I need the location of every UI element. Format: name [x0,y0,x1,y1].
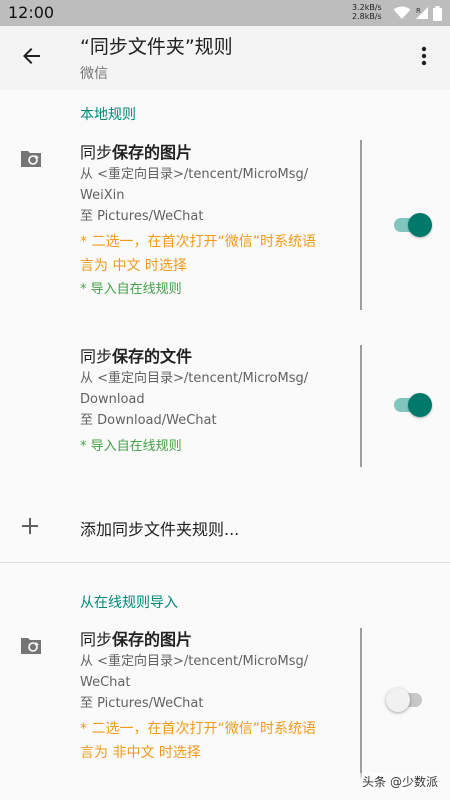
network-down-speed: 2.8kB/s [352,12,382,21]
add-rule-button[interactable]: 添加同步文件夹规则... [0,502,450,550]
more-options-button[interactable] [412,42,436,70]
page-subtitle: 微信 [80,66,108,82]
switch-thumb [408,393,432,417]
network-speed: 3.2kB/s 2.8kB/s [352,3,382,21]
rule-text: 同步保存的图片 从 <重定向目录>/tencent/MicroMsg/ WeCh… [80,629,350,765]
rule-target: 至 Pictures/WeChat [80,209,204,224]
switch-thumb [408,213,432,237]
network-up-speed: 3.2kB/s [352,3,382,12]
rule-toggle[interactable] [394,393,432,417]
divider-vertical [360,140,362,310]
folder-sync-icon [21,151,41,167]
watermark: 头条 @少数派 [360,773,440,790]
rule-source: 从 <重定向目录>/tencent/MicroMsg/ [80,654,309,669]
rule-note-alternative: * 二选一，在首次打开“微信”时系统语 [80,234,316,250]
rule-note-alternative-cont: 言为 非中文 时选择 [80,745,201,761]
svg-text:R: R [416,7,421,15]
add-rule-label: 添加同步文件夹规则... [80,520,240,539]
rule-text: 同步保存的图片 从 <重定向目录>/tencent/MicroMsg/ WeiX… [80,142,350,302]
rules-list: 本地规则 同步保存的图片 从 <重定向目录>/tencent/MicroMsg/… [0,90,450,800]
rule-source: 从 <重定向目录>/tencent/MicroMsg/ [80,371,309,386]
battery-icon [433,5,442,21]
rule-note-alternative-cont: 言为 中文 时选择 [80,258,187,274]
rule-title: 同步保存的图片 [80,630,193,649]
rule-toggle[interactable] [394,213,432,237]
rule-source: 从 <重定向目录>/tencent/MicroMsg/ [80,167,309,182]
folder-sync-icon [21,638,41,654]
add-icon [22,518,38,534]
rule-note-imported: * 导入自在线规则 [80,439,182,454]
rule-toggle[interactable] [386,688,426,712]
rule-source-cont: WeiXin [80,188,125,203]
section-header-online: 从在线规则导入 [80,595,178,611]
rule-target: 至 Download/WeChat [80,413,217,428]
status-bar: 12:00 3.2kB/s 2.8kB/s R [0,0,450,26]
signal-icon: R [416,7,428,19]
more-vert-icon [421,46,427,66]
arrow-back-icon [23,48,40,64]
rule-note-imported: * 导入自在线规则 [80,282,182,297]
rule-target: 至 Pictures/WeChat [80,696,204,711]
section-divider [0,562,450,563]
status-icons: R [393,4,442,22]
app-bar: “同步文件夹”规则 微信 [0,26,450,90]
section-header-local: 本地规则 [80,107,136,123]
rule-title: 同步保存的文件 [80,347,193,366]
rule-source-cont: Download [80,392,145,407]
wifi-icon [393,6,411,19]
rule-title: 同步保存的图片 [80,143,193,162]
status-time: 12:00 [8,3,55,22]
page-title: “同步文件夹”规则 [80,36,233,58]
divider-vertical [360,628,362,778]
rule-source-cont: WeChat [80,675,131,690]
back-button[interactable] [16,40,48,72]
rule-text: 同步保存的文件 从 <重定向目录>/tencent/MicroMsg/ Down… [80,346,350,459]
divider-vertical [360,345,362,467]
rule-note-alternative: * 二选一，在首次打开“微信”时系统语 [80,721,316,737]
switch-thumb [386,688,410,712]
